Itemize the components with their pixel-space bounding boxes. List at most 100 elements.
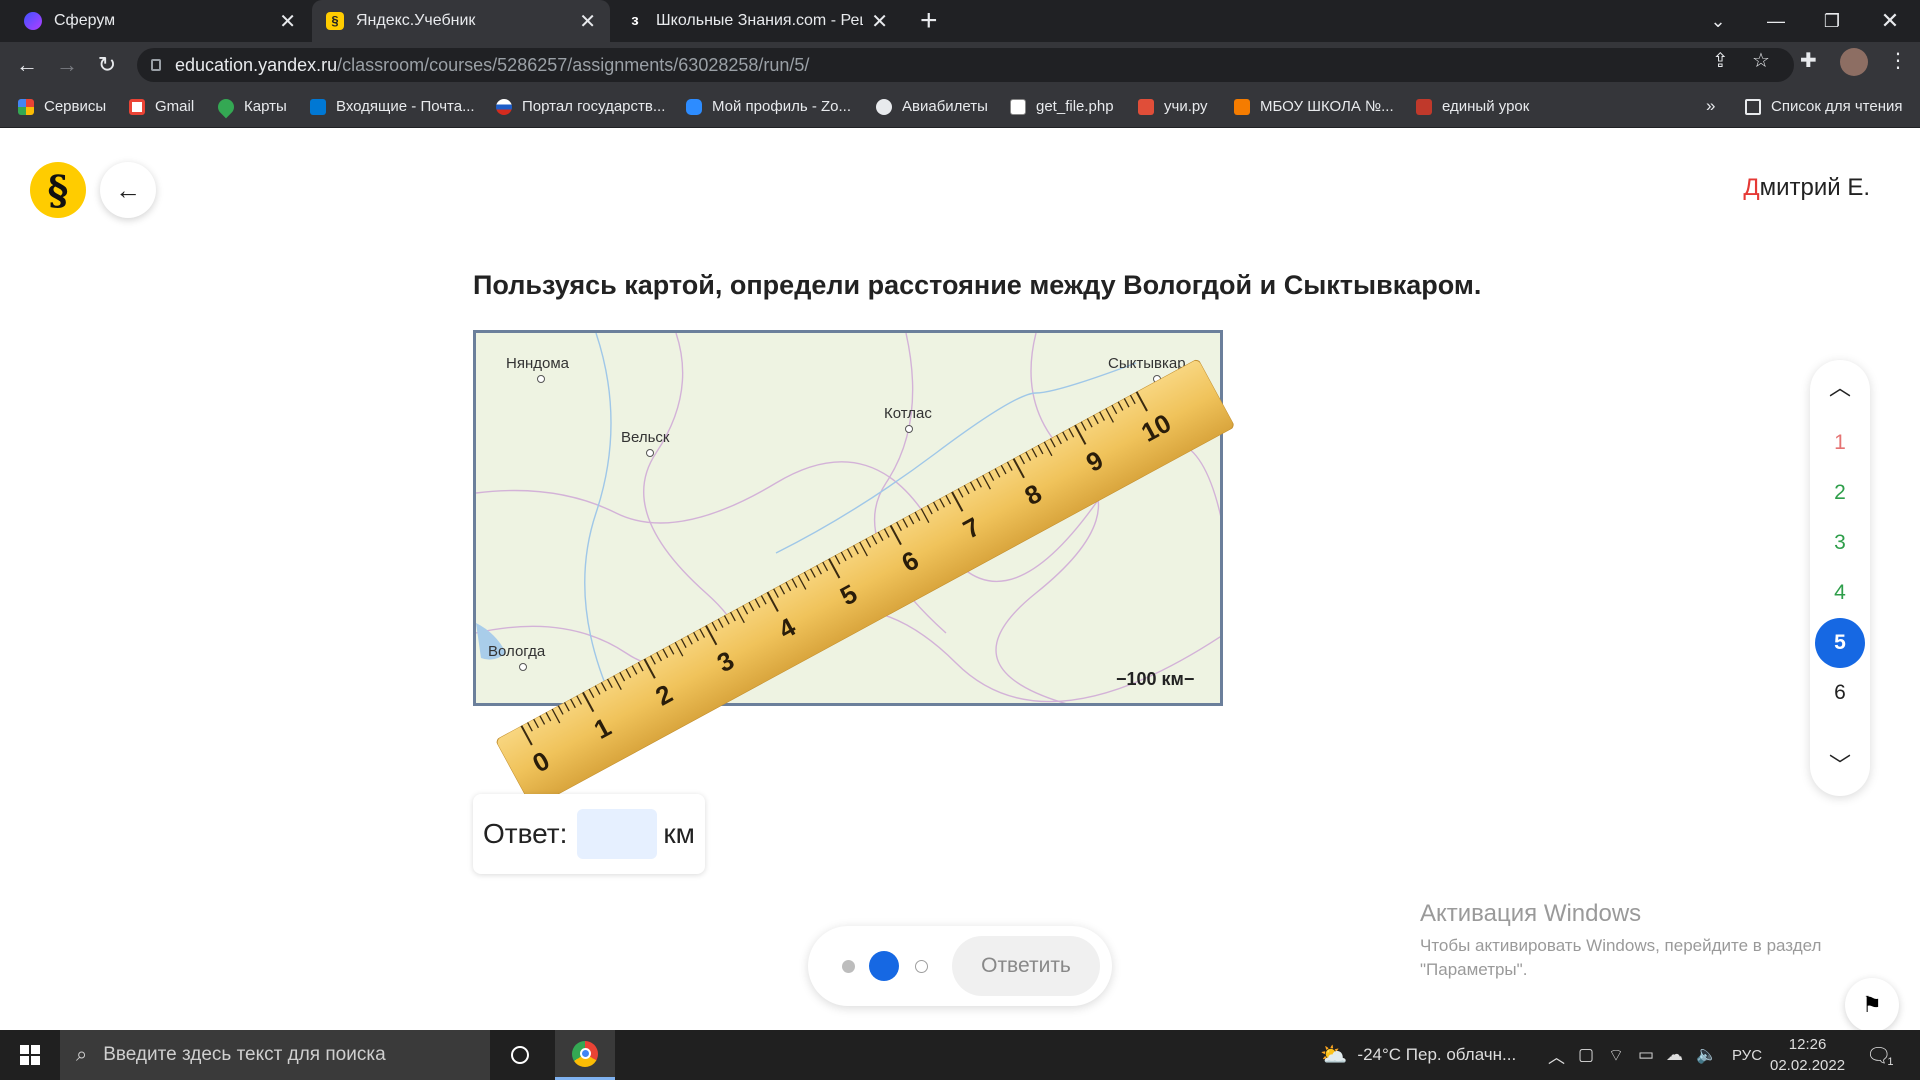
answer-unit: км <box>663 818 695 849</box>
back-button[interactable]: ← <box>100 162 156 218</box>
globe-icon <box>876 98 892 115</box>
task-nav-item[interactable]: 6 <box>1815 668 1865 718</box>
task-nav-item-current[interactable]: 5 <box>1815 618 1865 668</box>
bookmark-maps[interactable]: Карты <box>214 95 287 118</box>
input-language[interactable]: РУС <box>1732 1030 1762 1080</box>
scale-tick-icon: − <box>1183 669 1195 689</box>
school-icon <box>1234 98 1250 115</box>
new-tab-plus-icon[interactable]: + <box>920 4 938 38</box>
menu-kebab-icon[interactable]: ⋮ <box>1888 48 1908 73</box>
battery-icon[interactable]: ▭ <box>1638 1030 1654 1080</box>
city-velsk-label: Вельск <box>621 429 670 446</box>
lock-icon <box>151 59 161 71</box>
task-nav-item[interactable]: 1 <box>1815 418 1865 468</box>
close-tab-icon[interactable]: ✕ <box>579 9 596 34</box>
tab-sferum[interactable]: Сферум ✕ <box>10 0 310 42</box>
question-text: Пользуясь картой, определи расстояние ме… <box>473 270 1482 300</box>
windows-start-button[interactable] <box>0 1030 60 1080</box>
report-flag-button[interactable]: ⚑ <box>1845 978 1899 1032</box>
share-icon[interactable]: ⇪ <box>1712 48 1729 73</box>
reload-icon[interactable]: ↻ <box>92 50 122 80</box>
bookmark-avia[interactable]: Авиабилеты <box>876 98 988 115</box>
windows-activation-title: Активация Windows <box>1420 900 1642 927</box>
bookmark-star-icon[interactable]: ☆ <box>1752 48 1770 73</box>
tab-search-chevron-icon[interactable]: ⌄ <box>1690 0 1746 42</box>
windows-logo-icon <box>20 1045 40 1065</box>
city-vologda-label: Вологда <box>488 643 546 660</box>
city-vologda-dot <box>519 663 527 671</box>
tray-chevron-up-icon[interactable]: ︿ <box>1548 1030 1565 1080</box>
step-dot-current[interactable] <box>869 951 899 981</box>
taskbar-clock[interactable]: 12:26 02.02.2022 <box>1770 1034 1845 1076</box>
tab-znanija[interactable]: з Школьные Знания.com - Решае ✕ <box>612 0 902 42</box>
back-arrow-icon[interactable]: ← <box>12 50 42 80</box>
weather-text: -24°C Пер. облачн... <box>1357 1045 1517 1064</box>
step-dot-next[interactable] <box>915 960 928 973</box>
onedrive-cloud-icon[interactable]: ☁ <box>1666 1030 1683 1080</box>
extensions-puzzle-icon[interactable]: ✚ <box>1800 48 1817 73</box>
bookmark-label: Мой профиль - Zo... <box>712 98 851 115</box>
profile-avatar[interactable] <box>1840 48 1868 76</box>
step-dot-previous[interactable] <box>842 960 855 973</box>
user-name[interactable]: Дмитрий Е. <box>1743 174 1870 202</box>
bookmark-get-file[interactable]: get_file.php <box>1010 98 1114 115</box>
bookmark-label: Сервисы <box>44 98 107 115</box>
bookmark-gosuslugi[interactable]: Портал государств... <box>496 98 665 115</box>
znanija-favicon-icon: з <box>631 12 639 29</box>
city-kotlas-dot <box>905 425 913 433</box>
tab-title: Школьные Знания.com - Решае <box>656 12 863 29</box>
taskbar-search-placeholder: Введите здесь текст для поиска <box>103 1044 386 1065</box>
taskbar-search[interactable]: ⌕ Введите здесь текст для поиска <box>60 1030 490 1080</box>
windows-taskbar: ⌕ Введите здесь текст для поиска ⛅ -24°C… <box>0 1030 1920 1080</box>
meet-now-icon[interactable]: ▢ <box>1578 1030 1594 1080</box>
bookmark-school[interactable]: МБОУ ШКОЛА №... <box>1234 98 1394 115</box>
user-name-rest: митрий Е. <box>1759 174 1870 201</box>
address-bar[interactable]: education.yandex.ru/classroom/courses/52… <box>137 48 1794 82</box>
bookmark-label: Портал государств... <box>522 98 666 115</box>
weather-widget[interactable]: ⛅ -24°C Пер. облачн... <box>1320 1030 1516 1080</box>
reading-list-icon <box>1745 98 1761 115</box>
bookmark-zoom[interactable]: Мой профиль - Zo... <box>686 98 851 115</box>
bookmark-ediny-urok[interactable]: единый урок <box>1416 98 1529 115</box>
bookmark-gmail[interactable]: Gmail <box>129 98 194 115</box>
bookmark-label: Gmail <box>155 98 195 115</box>
task-nav-item[interactable]: 4 <box>1815 568 1865 618</box>
close-tab-icon[interactable]: ✕ <box>279 9 296 34</box>
notification-center[interactable]: 🗨 1 <box>1866 1030 1894 1080</box>
restore-icon[interactable]: ❐ <box>1804 0 1860 42</box>
chevron-up-icon[interactable]: ︿ <box>1810 370 1870 402</box>
reading-list-button[interactable]: Список для чтения <box>1745 98 1903 115</box>
sferum-favicon-icon <box>24 12 42 30</box>
chrome-taskbar-button[interactable] <box>555 1030 615 1080</box>
map-image: Няндома Вельск Котлас Сыктывкар Вологда … <box>473 330 1223 706</box>
task-nav-item[interactable]: 2 <box>1815 468 1865 518</box>
bookmark-label: Входящие - Почта... <box>336 98 475 115</box>
city-syktyvkar-label: Сыктывкар <box>1108 355 1186 372</box>
answer-input[interactable] <box>577 809 658 859</box>
tab-yandex-uchebnik[interactable]: § Яндекс.Учебник ✕ <box>312 0 610 42</box>
windows-activation-line2: "Параметры". <box>1420 960 1528 979</box>
yandex-uchebnik-logo[interactable]: § <box>30 162 86 218</box>
yandex-uchebnik-favicon-icon: § <box>326 12 344 30</box>
close-tab-icon[interactable]: ✕ <box>871 9 888 34</box>
city-kotlas-label: Котлас <box>884 405 932 422</box>
volume-icon[interactable]: 🔈 <box>1696 1030 1717 1080</box>
task-nav-item[interactable]: 3 <box>1815 518 1865 568</box>
answer-label: Ответ: <box>483 818 568 849</box>
cortana-circle-icon[interactable] <box>500 1030 540 1080</box>
close-window-icon[interactable]: ✕ <box>1862 0 1918 42</box>
bookmark-label: get_file.php <box>1036 98 1114 115</box>
submit-answer-button[interactable]: Ответить <box>952 936 1100 996</box>
minimize-icon[interactable]: — <box>1748 0 1804 42</box>
chevron-down-icon[interactable]: ﹀ <box>1810 748 1870 780</box>
bookmarks-bar: Сервисы Gmail Карты Входящие - Почта... … <box>0 88 1920 128</box>
wifi-icon[interactable]: ⌔ <box>1608 1030 1624 1080</box>
more-bookmarks-button[interactable]: » <box>1706 96 1715 116</box>
url-host: education.yandex.ru <box>175 54 338 75</box>
uchi-icon <box>1138 98 1154 115</box>
bookmark-services[interactable]: Сервисы <box>18 98 106 115</box>
bookmark-label: Карты <box>244 98 287 115</box>
bookmark-mail[interactable]: Входящие - Почта... <box>310 98 475 115</box>
bookmark-uchi[interactable]: учи.ру <box>1138 98 1208 115</box>
forward-arrow-icon[interactable]: → <box>52 50 82 80</box>
